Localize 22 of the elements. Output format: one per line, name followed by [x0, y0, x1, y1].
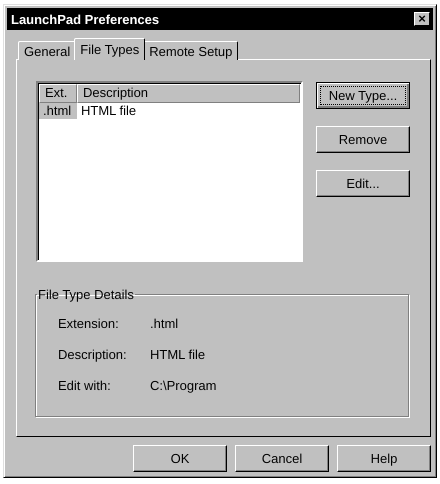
dialog-button[interactable]: OK	[133, 445, 227, 472]
field-value: HTML file	[150, 346, 206, 364]
tab[interactable]: Remote Setup	[143, 41, 238, 60]
tab[interactable]: General	[18, 41, 76, 60]
field-value: C:\Program	[150, 377, 218, 395]
column-header[interactable]: Ext.	[39, 84, 77, 103]
field-label: Description:	[58, 346, 128, 364]
field-label: Edit with:	[58, 377, 112, 395]
action-button[interactable]: New Type...	[316, 82, 410, 109]
list-item[interactable]: .html	[39, 103, 77, 119]
dialog-button[interactable]: Cancel	[235, 445, 329, 472]
field-label: Extension:	[58, 315, 120, 333]
list-cell-text: HTML file	[80, 103, 138, 119]
tab[interactable]: File Types	[74, 38, 146, 60]
group-title: File Type Details	[37, 287, 135, 302]
window-title: LaunchPad Preferences	[11, 12, 160, 26]
close-button[interactable]: ×	[414, 12, 430, 26]
action-button[interactable]: Edit...	[316, 170, 410, 197]
dialog-button[interactable]: Help	[337, 445, 431, 472]
field-value: .html	[150, 315, 180, 333]
column-header[interactable]: Description	[77, 84, 300, 103]
action-button[interactable]: Remove	[316, 126, 410, 153]
